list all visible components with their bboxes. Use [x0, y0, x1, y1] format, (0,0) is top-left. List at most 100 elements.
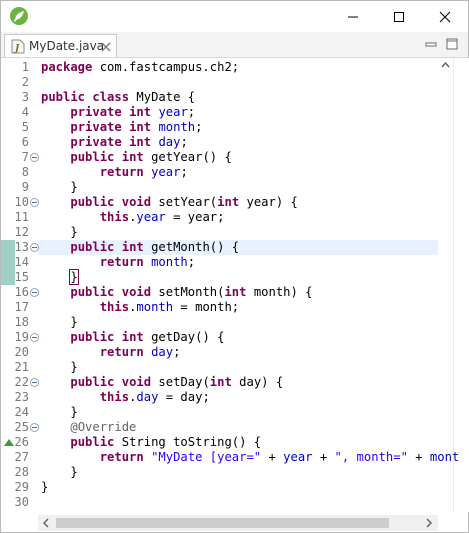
fold-toggle-icon[interactable] — [30, 288, 39, 297]
overview-ruler — [453, 58, 469, 512]
code-line[interactable]: public int getDay() { — [41, 330, 224, 345]
keyword-token: int — [121, 330, 144, 344]
tab-close-icon[interactable] — [101, 42, 111, 52]
code-line[interactable]: return day; — [41, 345, 181, 360]
scroll-left-icon[interactable] — [43, 518, 49, 528]
java-file-icon: J — [11, 39, 25, 54]
code-token: ; — [173, 345, 181, 359]
fold-toggle-icon[interactable] — [30, 378, 39, 387]
minimize-view-icon[interactable] — [425, 38, 437, 50]
code-line[interactable]: } — [41, 405, 77, 420]
code-line[interactable]: return month; — [41, 255, 195, 270]
code-token: = month; — [173, 300, 240, 314]
keyword-token: public — [70, 435, 115, 449]
maximize-view-icon[interactable] — [446, 38, 458, 50]
keyword-token: public — [70, 150, 115, 164]
line-number: 13 — [14, 240, 29, 254]
code-line[interactable]: this.month = month; — [41, 300, 239, 315]
keyword-token: this — [99, 300, 130, 314]
code-line[interactable]: } — [41, 465, 77, 480]
code-line[interactable]: this.day = day; — [41, 390, 210, 405]
line-number: 8 — [21, 165, 29, 179]
code-token: setYear( — [151, 195, 218, 209]
code-line[interactable]: return "MyDate [year=" + year + ", month… — [41, 450, 460, 465]
line-number: 5 — [21, 120, 29, 134]
code-line[interactable]: public void setMonth(int month) { — [41, 285, 313, 300]
close-icon — [439, 11, 451, 22]
keyword-token: int — [217, 195, 240, 209]
code-token: ; — [187, 255, 196, 269]
code-line[interactable]: public void setYear(int year) { — [41, 195, 298, 210]
code-line[interactable]: private int year; — [41, 105, 195, 120]
svg-text:J: J — [13, 44, 20, 54]
code-token: ; — [187, 105, 196, 119]
string-token: "MyDate [year=" — [151, 450, 262, 464]
code-line[interactable]: this.year = year; — [41, 210, 225, 225]
code-line[interactable]: } — [41, 269, 79, 285]
field-token: year — [158, 105, 188, 119]
line-number: 3 — [21, 90, 29, 104]
fold-toggle-icon[interactable] — [30, 423, 39, 432]
code-line[interactable]: } — [41, 480, 48, 495]
horizontal-scrollbar[interactable] — [38, 515, 438, 531]
scroll-right-icon[interactable] — [426, 518, 432, 528]
vertical-scrollbar[interactable] — [438, 58, 453, 512]
line-number: 24 — [14, 405, 29, 419]
code-token: } — [41, 480, 49, 494]
fold-toggle-icon[interactable] — [30, 198, 39, 207]
minimize-icon — [348, 16, 358, 17]
keyword-token: int — [209, 375, 232, 389]
close-button[interactable] — [422, 1, 468, 32]
fold-toggle-icon[interactable] — [30, 243, 39, 252]
keyword-token: int — [129, 120, 152, 134]
editor-tab-mydate[interactable]: J MyDate.java — [4, 34, 117, 57]
code-line[interactable]: private int month; — [41, 120, 202, 135]
code-token: ; — [180, 135, 188, 149]
code-token: MyDate { — [129, 90, 196, 104]
code-line[interactable]: } — [41, 360, 77, 375]
line-number: 1 — [21, 60, 29, 74]
code-line[interactable]: public String toString() { — [41, 435, 261, 450]
keyword-token: void — [121, 375, 152, 389]
code-line[interactable]: public int getMonth() { — [41, 240, 239, 255]
code-line[interactable]: } — [41, 180, 77, 195]
horizontal-scroll-thumb[interactable] — [56, 518, 389, 528]
title-bar — [1, 1, 468, 32]
code-line[interactable]: public void setDay(int day) { — [41, 375, 283, 390]
code-line[interactable]: public int getYear() { — [41, 150, 231, 165]
fold-toggle-icon[interactable] — [30, 333, 39, 342]
code-line[interactable]: public class MyDate { — [41, 90, 195, 105]
scroll-up-icon[interactable] — [441, 62, 450, 68]
code-line[interactable]: return year; — [41, 165, 188, 180]
code-line[interactable]: private int day; — [41, 135, 188, 150]
code-line[interactable]: @Override — [41, 420, 136, 435]
code-line[interactable]: package com.fastcampus.ch2; — [41, 60, 239, 75]
code-token: + — [261, 450, 284, 464]
fold-toggle-icon[interactable] — [30, 153, 39, 162]
field-token: day — [136, 390, 159, 404]
field-token: year — [151, 165, 181, 179]
eclipse-window: J MyDate.java 1 package com.fastcampus.ch… — [0, 0, 469, 533]
maximize-button[interactable] — [376, 1, 422, 32]
code-editor[interactable]: 1 package com.fastcampus.ch2; 2 3 public cla… — [1, 58, 469, 512]
field-token: year — [136, 210, 166, 224]
code-token: month) { — [246, 285, 313, 299]
field-token: mont — [429, 450, 460, 464]
line-number: 21 — [14, 360, 29, 374]
code-line[interactable]: } — [41, 225, 77, 240]
keyword-token: int — [129, 135, 152, 149]
code-line[interactable]: } — [41, 315, 77, 330]
minimize-button[interactable] — [330, 1, 376, 32]
